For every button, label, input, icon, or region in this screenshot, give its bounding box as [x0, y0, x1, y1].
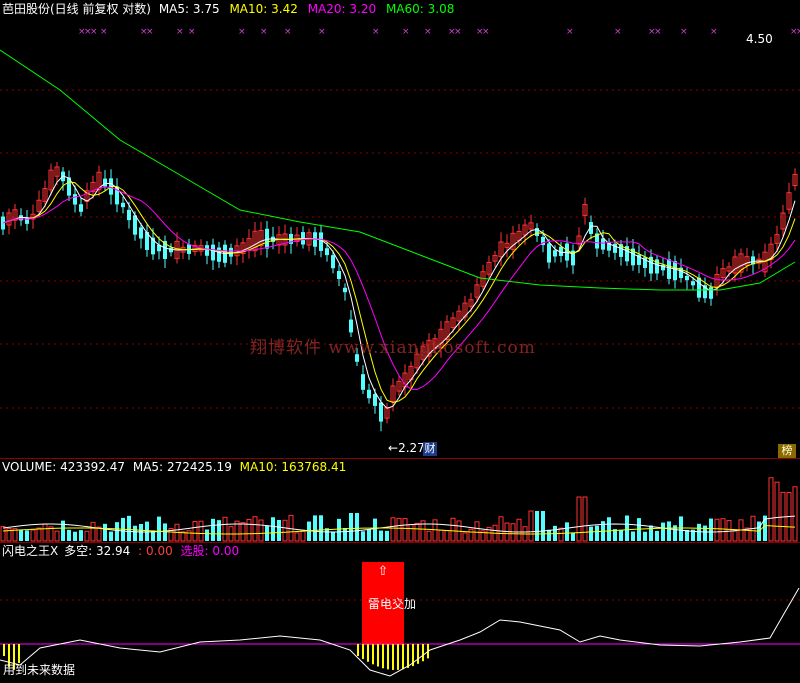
duokong-line — [0, 587, 800, 677]
indicator-lines-group — [0, 587, 800, 677]
future-data-note: 用到未来数据 — [3, 663, 76, 677]
indicator-chart[interactable] — [0, 0, 800, 683]
